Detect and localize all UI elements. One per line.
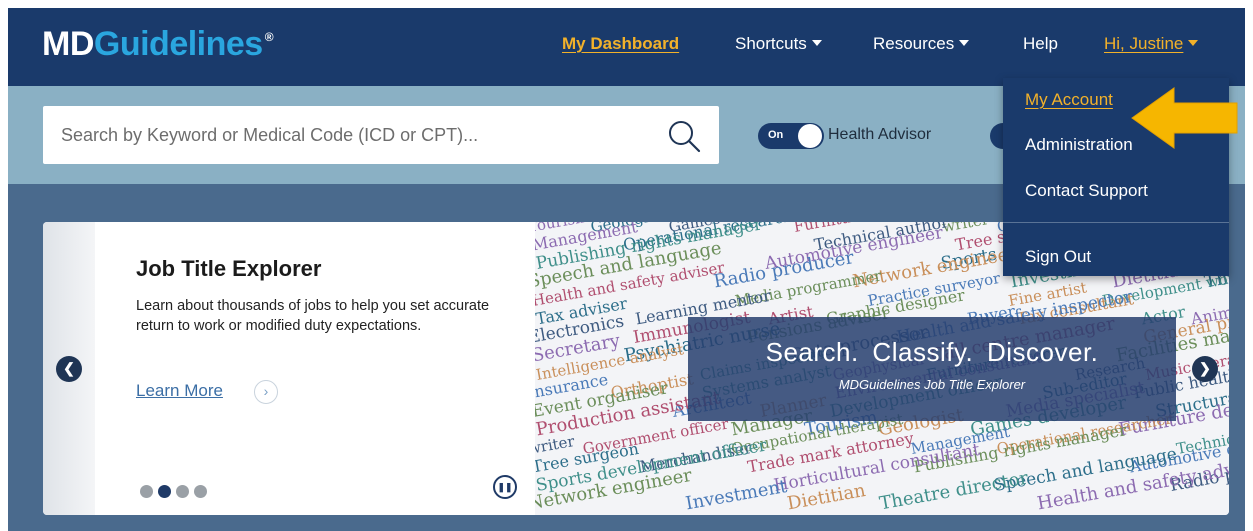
top-navigation: MDGuidelines ® My Dashboard Shortcuts Res…: [8, 8, 1245, 86]
menu-sign-out[interactable]: Sign Out: [1025, 247, 1091, 267]
slide-overlay: Search. Classify. Discover. MDGuidelines…: [688, 317, 1176, 421]
menu-my-account[interactable]: My Account: [1025, 90, 1113, 110]
search-icon[interactable]: [667, 119, 701, 153]
menu-administration[interactable]: Administration: [1025, 135, 1133, 155]
nav-resources-label: Resources: [873, 34, 955, 53]
nav-user-menu[interactable]: Hi, Justine: [1104, 34, 1199, 54]
carousel-dot[interactable]: [194, 485, 207, 498]
slide-description: Learn about thousands of jobs to help yo…: [136, 298, 490, 334]
health-advisor-toggle[interactable]: On: [758, 123, 824, 149]
nav-help[interactable]: Help: [1023, 34, 1058, 54]
nav-resources[interactable]: Resources: [873, 34, 970, 54]
nav-user-greeting: Hi, Justine: [1104, 34, 1184, 53]
chevron-right-small-icon[interactable]: ›: [254, 380, 278, 404]
search-input[interactable]: [43, 106, 653, 164]
logo-registered-mark: ®: [264, 30, 274, 44]
carousel-indicators: [140, 485, 212, 503]
brand-logo[interactable]: MDGuidelines ®: [42, 25, 274, 64]
caret-down-icon: [811, 40, 822, 46]
chevron-right-icon[interactable]: ❯: [1192, 356, 1218, 382]
logo-md: MD: [42, 25, 94, 63]
logo-guidelines: Guidelines: [93, 25, 263, 63]
health-advisor-label: Health Advisor: [828, 126, 932, 143]
carousel-dot[interactable]: [176, 485, 189, 498]
nav-shortcuts[interactable]: Shortcuts: [735, 34, 822, 54]
overlay-subtitle: MDGuidelines Job Title Explorer: [838, 377, 1026, 392]
overlay-title: Search. Classify. Discover.: [765, 337, 1099, 367]
carousel-dot[interactable]: [140, 485, 153, 498]
nav-shortcuts-label: Shortcuts: [735, 34, 807, 53]
toggle-knob: [798, 124, 822, 148]
caret-down-icon: [1188, 40, 1199, 46]
slide-text: Job Title Explorer Learn about thousands…: [136, 256, 516, 336]
menu-divider: [1003, 222, 1229, 223]
word-cloud-word: Investment: [684, 476, 789, 515]
carousel-dot-active[interactable]: [158, 485, 171, 498]
search-box: [43, 106, 719, 164]
learn-more-link[interactable]: Learn More: [136, 381, 223, 401]
pause-icon[interactable]: ❚❚: [493, 475, 517, 499]
toggle-state-label: On: [768, 129, 784, 141]
chevron-left-icon[interactable]: ❮: [56, 356, 82, 382]
word-cloud-word: Theatre director: [878, 468, 1030, 515]
caret-down-icon: [959, 40, 970, 46]
arrow-pointer: [1131, 87, 1238, 149]
nav-my-dashboard[interactable]: My Dashboard: [562, 34, 679, 54]
menu-contact-support[interactable]: Contact Support: [1025, 181, 1148, 201]
app-frame: MDGuidelines ® My Dashboard Shortcuts Res…: [8, 8, 1245, 531]
slide-title: Job Title Explorer: [136, 256, 322, 281]
